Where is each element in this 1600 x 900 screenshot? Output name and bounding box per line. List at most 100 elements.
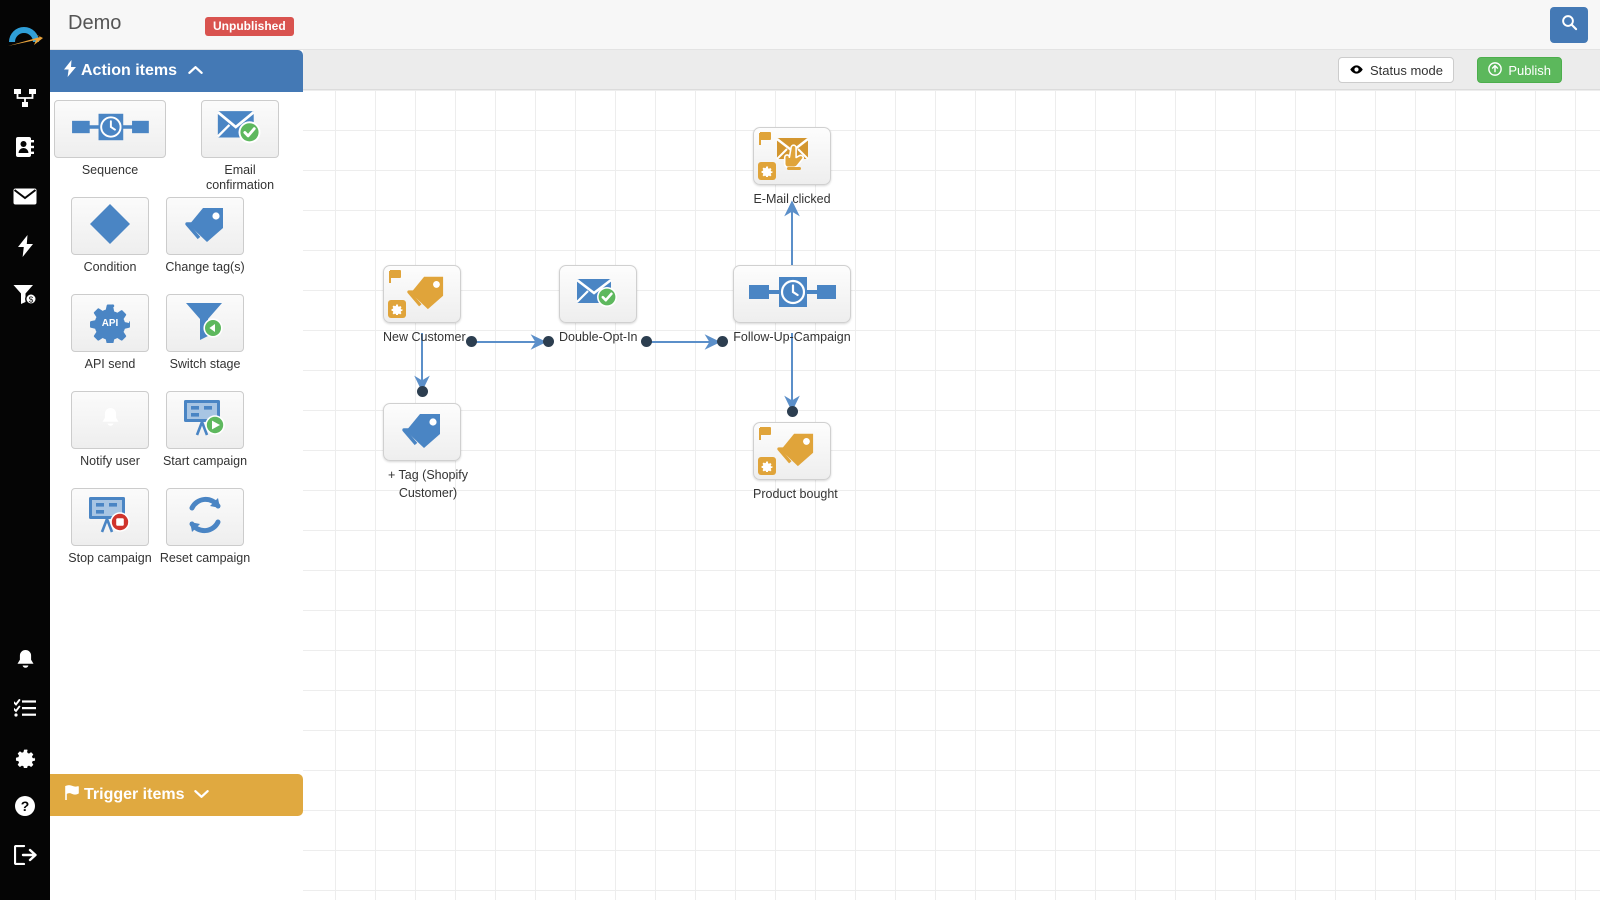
sequence-icon — [67, 112, 153, 147]
email-check-icon — [214, 108, 266, 151]
gear-icon — [758, 162, 776, 180]
trigger-items-header[interactable]: Trigger items — [50, 774, 303, 816]
node-label: Product bought — [753, 487, 838, 501]
node-port[interactable] — [787, 406, 798, 417]
node-port[interactable] — [466, 336, 477, 347]
tool-icon-box: API — [71, 294, 149, 352]
tool-label: Reset campaign — [159, 551, 251, 565]
tool-icon-box — [166, 197, 244, 255]
funnel-dollar-icon: $ — [13, 284, 37, 305]
task-list-icon — [14, 699, 36, 717]
gear-icon — [15, 747, 36, 768]
tool-email-confirmation[interactable]: Email confirmation — [190, 100, 290, 193]
tool-change-tag-s[interactable]: Change tag(s) — [155, 197, 255, 275]
tool-notify-user[interactable]: Notify user — [60, 391, 160, 469]
logout-icon — [13, 845, 37, 865]
node-follow-up-campaign[interactable]: Follow-Up-Campaign — [733, 265, 851, 346]
flag-icon — [64, 784, 80, 806]
left-nav-rail: $? — [0, 0, 50, 900]
tool-label: Change tag(s) — [165, 260, 245, 274]
rail-item-help[interactable]: ? — [0, 784, 50, 828]
tool-stop-campaign[interactable]: Stop campaign — [60, 488, 160, 566]
status-mode-button[interactable]: Status mode — [1338, 57, 1454, 83]
reset-icon — [184, 494, 226, 541]
svg-text:?: ? — [21, 798, 30, 814]
tool-condition[interactable]: Condition — [60, 197, 160, 275]
tool-sequence[interactable]: Sequence — [54, 100, 166, 178]
lightning-bolt-icon — [17, 235, 33, 257]
flag-icon — [759, 132, 772, 151]
campaign-play-icon — [181, 397, 229, 444]
node-port[interactable] — [717, 336, 728, 347]
chevron-up-icon — [188, 62, 203, 80]
campaign-stop-icon — [86, 494, 134, 541]
tool-label: Notify user — [80, 454, 140, 468]
tool-label: Start campaign — [162, 454, 248, 468]
bell-icon — [101, 407, 120, 433]
node-label: + Tag (Shopify Customer) — [387, 468, 469, 501]
flag-icon — [389, 270, 402, 289]
chevron-down-icon — [194, 786, 210, 804]
envelope-icon — [13, 188, 37, 205]
node-port[interactable] — [417, 386, 428, 397]
rail-item-automations[interactable] — [0, 76, 50, 120]
tool-label: Sequence — [81, 163, 139, 177]
tag-icon-orange — [405, 273, 447, 316]
tool-switch-stage[interactable]: Switch stage — [155, 294, 255, 372]
svg-text:$: $ — [29, 295, 34, 304]
node-label: E-Mail clicked — [753, 192, 831, 206]
node-double-opt-in[interactable]: Double-Opt-In — [559, 265, 638, 346]
tool-start-campaign[interactable]: Start campaign — [155, 391, 255, 469]
rail-item-sales-funnel[interactable]: $ — [0, 272, 50, 316]
tool-reset-campaign[interactable]: Reset campaign — [155, 488, 255, 566]
rail-item-notifications[interactable] — [0, 637, 50, 681]
tool-icon-box — [71, 391, 149, 449]
rail-item-mailings[interactable] — [0, 174, 50, 218]
rail-item-settings[interactable] — [0, 735, 50, 779]
action-items-label: Action items — [81, 62, 178, 79]
rail-item-campaigns[interactable] — [0, 224, 50, 268]
rail-item-contacts[interactable] — [0, 125, 50, 169]
eye-icon — [1349, 64, 1364, 77]
node-port[interactable] — [543, 336, 554, 347]
funnel-switch-icon — [182, 300, 228, 347]
top-header: Demo Unpublished — [50, 0, 1600, 50]
node-new-customer[interactable]: New Customer — [383, 265, 466, 346]
action-items-header[interactable]: Action items — [50, 50, 303, 92]
node-tag-shopify[interactable]: + Tag (Shopify Customer) — [383, 403, 473, 502]
lightning-bolt-icon — [64, 60, 76, 82]
search-button[interactable] — [1550, 7, 1588, 43]
flow-canvas[interactable]: E-Mail clicked New Customer Double-Opt-I… — [303, 50, 1600, 900]
rail-item-logout[interactable] — [0, 833, 50, 877]
email-check-icon — [574, 274, 622, 315]
tag-icon-orange — [775, 430, 817, 473]
tool-icon-box — [71, 488, 149, 546]
tool-label: API send — [84, 357, 136, 371]
rail-item-tasks[interactable] — [0, 686, 50, 730]
status-badge: Unpublished — [205, 17, 294, 36]
diamond-icon — [88, 202, 132, 251]
node-label: Double-Opt-In — [559, 330, 638, 344]
trigger-items-label: Trigger items — [84, 786, 185, 803]
tool-label: Condition — [83, 260, 137, 274]
items-panel: Action items Sequence Email confirmation C… — [50, 50, 303, 900]
action-items-grid: Sequence Email confirmation Condition Chang… — [50, 92, 303, 774]
gear-icon — [388, 300, 406, 318]
sequence-icon — [748, 275, 836, 314]
tool-api-send[interactable]: API API send — [60, 294, 160, 372]
node-product-bought[interactable]: Product bought — [753, 422, 838, 503]
tool-icon-box — [201, 100, 279, 158]
upload-circle-icon — [1488, 62, 1503, 78]
canvas-toolbar: Status mode Publish — [303, 50, 1600, 90]
tool-icon-box — [166, 294, 244, 352]
tag-icon — [183, 204, 227, 249]
sitemap-icon — [14, 88, 36, 108]
node-email-clicked[interactable]: E-Mail clicked — [753, 127, 831, 208]
status-mode-label: Status mode — [1370, 62, 1443, 78]
bell-icon — [16, 649, 35, 670]
publish-button[interactable]: Publish — [1477, 57, 1562, 83]
node-port[interactable] — [641, 336, 652, 347]
tag-icon-blue — [400, 410, 444, 455]
canvas-grid — [303, 90, 1600, 900]
app-logo[interactable] — [0, 12, 50, 58]
